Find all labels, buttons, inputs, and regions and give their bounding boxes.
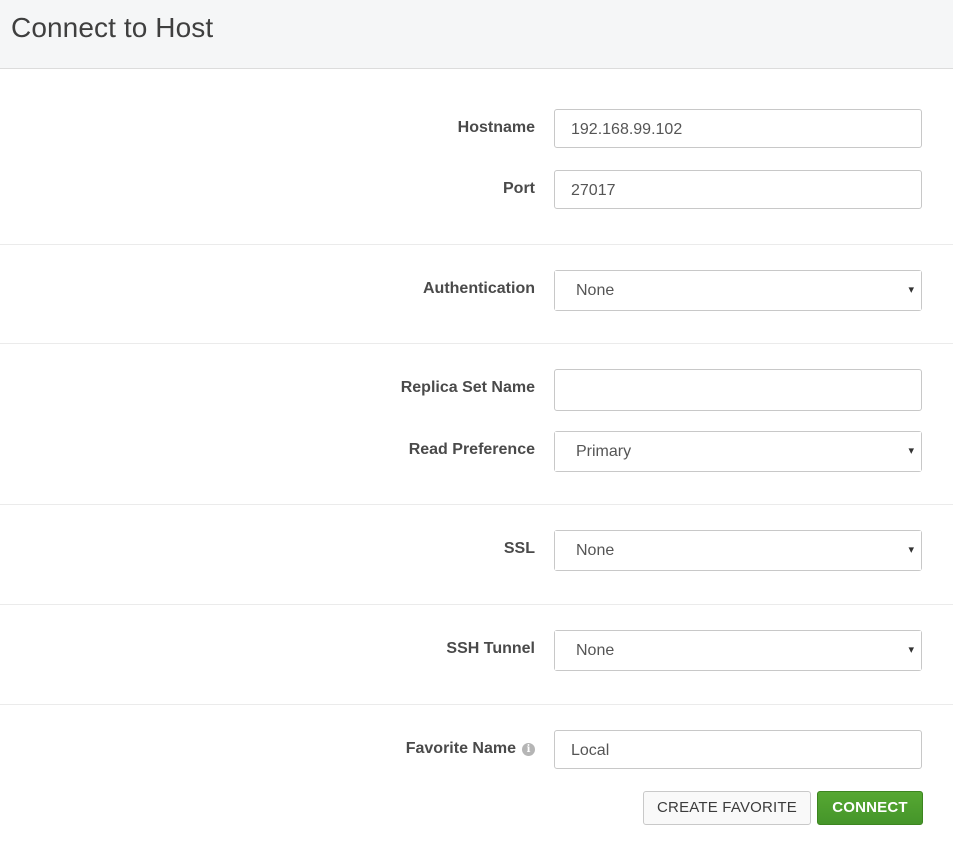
authentication-value: None xyxy=(555,271,921,310)
section-divider xyxy=(0,504,953,505)
section-divider xyxy=(0,604,953,605)
page-header: Connect to Host xyxy=(0,0,953,69)
page-title: Connect to Host xyxy=(11,12,214,43)
favorite-name-label: Favorite Name xyxy=(405,740,516,757)
section-divider xyxy=(0,244,953,245)
chevron-down-icon: ▾ xyxy=(908,445,914,457)
ssl-select[interactable]: None ▾ xyxy=(554,530,922,571)
port-input[interactable]: 27017 xyxy=(554,170,922,209)
port-label: Port xyxy=(503,180,535,197)
replica-set-name-label: Replica Set Name xyxy=(400,379,535,396)
ssl-label: SSL xyxy=(503,540,535,557)
chevron-down-icon: ▾ xyxy=(908,284,914,296)
authentication-label: Authentication xyxy=(423,280,535,297)
chevron-down-icon: ▾ xyxy=(908,544,914,556)
hostname-input[interactable]: 192.168.99.102 xyxy=(554,109,922,148)
read-preference-label: Read Preference xyxy=(408,441,535,458)
ssh-tunnel-label: SSH Tunnel xyxy=(446,640,535,657)
authentication-select[interactable]: None ▾ xyxy=(554,270,922,311)
favorite-name-input[interactable]: Local xyxy=(554,730,922,769)
replica-set-name-input[interactable] xyxy=(554,369,922,411)
ssh-tunnel-value: None xyxy=(555,631,921,670)
hostname-label: Hostname xyxy=(457,119,535,136)
favorite-name-label-group: Favorite Name i xyxy=(406,739,535,759)
chevron-down-icon: ▾ xyxy=(908,644,914,656)
section-divider xyxy=(0,704,953,705)
create-favorite-button[interactable]: CREATE FAVORITE xyxy=(643,791,811,825)
ssl-value: None xyxy=(555,531,921,570)
ssh-tunnel-select[interactable]: None ▾ xyxy=(554,630,922,671)
section-divider xyxy=(0,343,953,344)
info-icon[interactable]: i xyxy=(522,743,535,756)
read-preference-value: Primary xyxy=(555,432,921,471)
connect-button[interactable]: CONNECT xyxy=(817,791,923,825)
read-preference-select[interactable]: Primary ▾ xyxy=(554,431,922,472)
